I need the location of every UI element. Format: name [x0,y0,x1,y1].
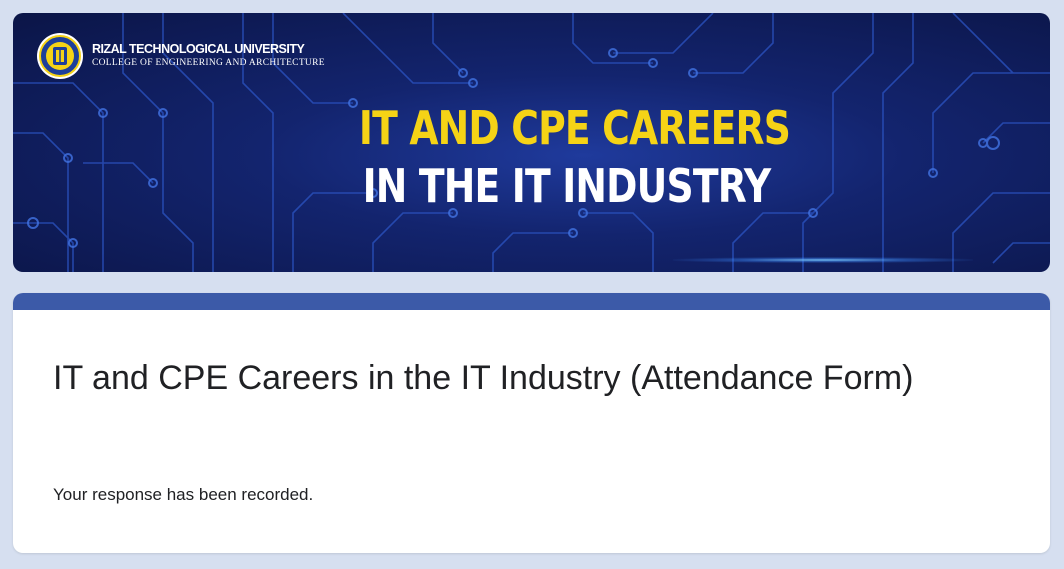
university-logo-block: RIZAL TECHNOLOGICAL UNIVERSITY COLLEGE O… [36,32,325,80]
banner-headline-line1: IT AND CPE CAREERS [358,101,791,155]
form-confirmation-card: IT and CPE Careers in the IT Industry (A… [13,293,1050,553]
card-accent-bar [13,293,1050,310]
banner-headline-line2: IN THE IT INDUSTRY [362,159,772,213]
form-title: IT and CPE Careers in the IT Industry (A… [53,359,914,397]
university-name: RIZAL TECHNOLOGICAL UNIVERSITY [92,42,305,57]
college-name: COLLEGE OF ENGINEERING AND ARCHITECTURE [92,58,325,69]
university-seal-icon [37,33,83,79]
header-banner-image: RIZAL TECHNOLOGICAL UNIVERSITY COLLEGE O… [13,13,1050,272]
banner-glow-accent [673,257,973,263]
confirmation-message: Your response has been recorded. [53,485,314,504]
